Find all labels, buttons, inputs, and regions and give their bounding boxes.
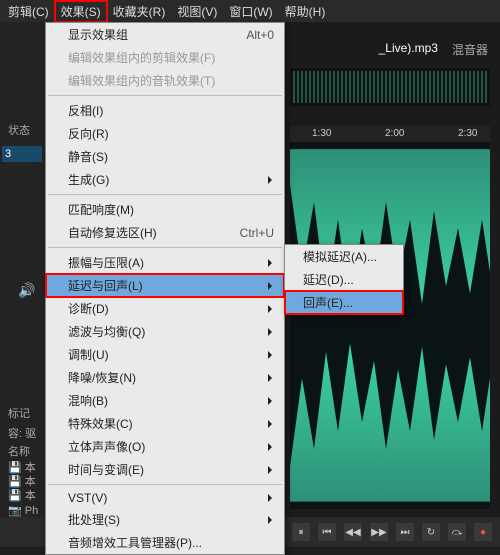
item-show-rack[interactable]: 显示效果组 Alt+0 [46,23,284,46]
item-reverse[interactable]: 反向(R) [46,122,284,145]
separator [48,484,282,485]
item-generate[interactable]: 生成(G) [46,168,284,191]
menu-effects[interactable]: 效果(S) [55,1,107,22]
timeline-ruler[interactable]: 1:30 2:00 2:30 [290,126,490,142]
menubar: 剪辑(C) 效果(S) 收藏夹(R) 视图(V) 窗口(W) 帮助(H) [0,0,500,22]
pause-button[interactable]: ⏸ [292,523,310,541]
drive-ph[interactable]: 📷 Ph [8,504,38,517]
item-special[interactable]: 特殊效果(C) [46,412,284,435]
speaker-icon[interactable]: 🔊 [18,282,35,299]
next-button[interactable]: ⏭ [396,523,414,541]
skip-button[interactable]: ⤼ [448,523,466,541]
timeline-tick: 2:00 [385,128,404,139]
shortcut-label: Alt+0 [246,28,274,42]
markers-label: 标记 [8,405,30,421]
shortcut-label: Ctrl+U [240,226,274,240]
subitem-delay[interactable]: 延迟(D)... [285,268,403,291]
separator [48,247,282,248]
file-selected[interactable]: 3 [2,146,42,162]
timeline-tick: 2:30 [458,128,477,139]
item-delay-echo[interactable]: 延迟与回声(L) [46,274,284,297]
menu-edit[interactable]: 剪辑(C) [2,1,55,22]
status-label: 状态 [0,22,45,138]
effects-dropdown: 显示效果组 Alt+0 编辑效果组内的剪辑效果(F) 编辑效果组内的音轨效果(T… [45,22,285,555]
item-reverb[interactable]: 混响(B) [46,389,284,412]
item-match-loudness[interactable]: 匹配响度(M) [46,198,284,221]
separator [48,194,282,195]
name-col: 名称 [8,443,30,459]
item-auto-heal[interactable]: 自动修复选区(H) Ctrl+U [46,221,284,244]
menu-help[interactable]: 帮助(H) [279,1,332,22]
item-vst[interactable]: VST(V) [46,488,284,508]
item-filter-eq[interactable]: 滤波与均衡(Q) [46,320,284,343]
rewind-button[interactable]: ◀◀ [344,523,362,541]
menu-favorites[interactable]: 收藏夹(R) [107,1,172,22]
menu-window[interactable]: 窗口(W) [223,1,278,22]
item-edit-track-fx: 编辑效果组内的音轨效果(T) [46,69,284,92]
tab-mixer[interactable]: 混音器 [452,41,488,58]
item-stereo[interactable]: 立体声声像(O) [46,435,284,458]
timeline-tick: 1:30 [312,128,331,139]
drive-c[interactable]: 💾 本 [8,487,36,503]
separator [48,95,282,96]
item-invert[interactable]: 反相(I) [46,99,284,122]
overview-waveform[interactable] [290,68,490,106]
editor-tabs: _Live).mp3 混音器 [379,41,488,58]
item-plugin-mgr[interactable]: 音频增效工具管理器(P)... [46,531,284,554]
loop-button[interactable]: ↻ [422,523,440,541]
tab-file[interactable]: _Live).mp3 [379,41,438,58]
forward-button[interactable]: ▶▶ [370,523,388,541]
item-silence[interactable]: 静音(S) [46,145,284,168]
delay-echo-submenu: 模拟延迟(A)... 延迟(D)... 回声(E)... [284,244,404,315]
row-label: 容: 驱 [8,425,36,441]
item-modulation[interactable]: 调制(U) [46,343,284,366]
item-noise-restore[interactable]: 降噪/恢复(N) [46,366,284,389]
subitem-analog-delay[interactable]: 模拟延迟(A)... [285,245,403,268]
item-time-pitch[interactable]: 时间与变调(E) [46,458,284,481]
item-amplitude[interactable]: 振幅与压限(A) [46,251,284,274]
item-diagnostics[interactable]: 诊断(D) [46,297,284,320]
item-edit-clip-fx: 编辑效果组内的剪辑效果(F) [46,46,284,69]
menu-view[interactable]: 视图(V) [171,1,223,22]
item-batch[interactable]: 批处理(S) [46,508,284,531]
subitem-echo[interactable]: 回声(E)... [285,291,403,314]
prev-button[interactable]: ⏮ [318,523,336,541]
record-button[interactable]: ● [474,523,492,541]
